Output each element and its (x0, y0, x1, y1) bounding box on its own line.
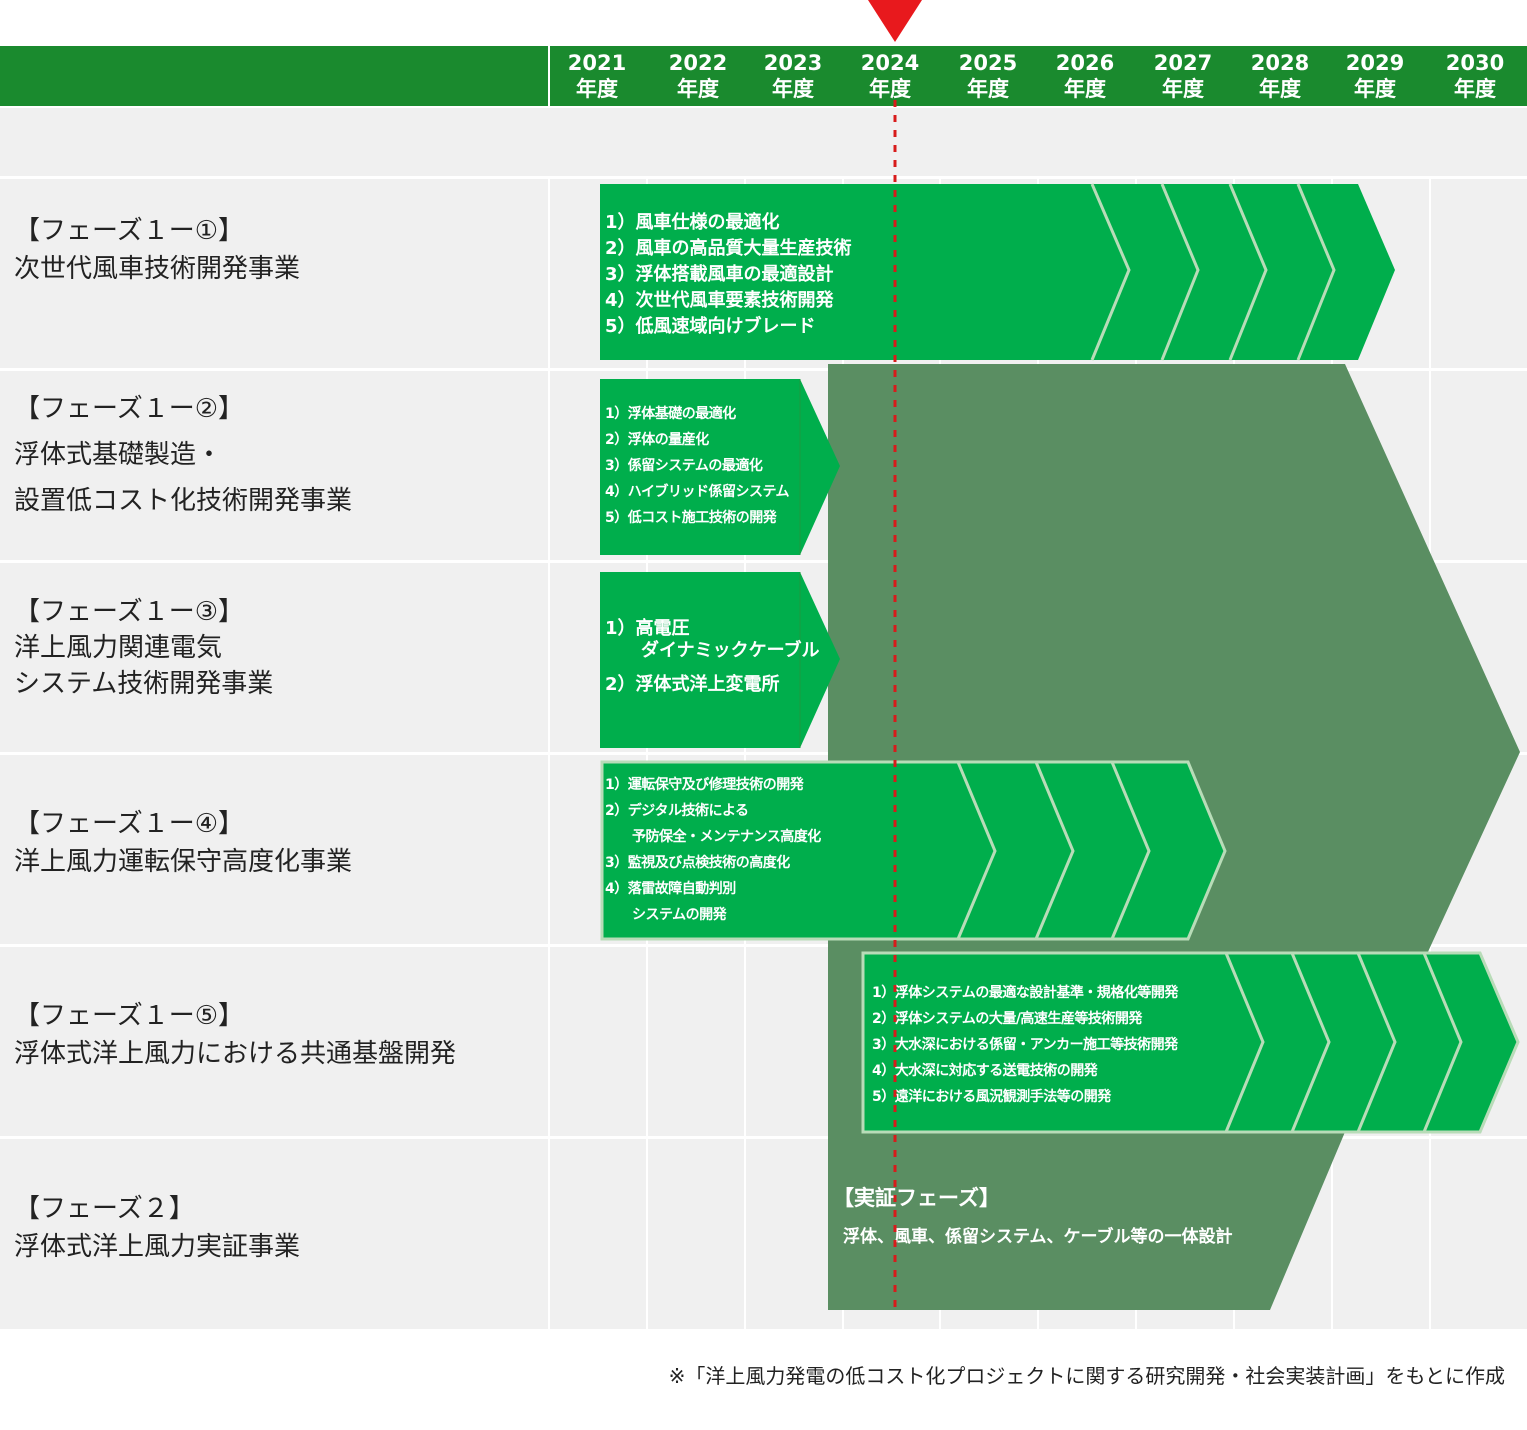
source-footnote: ※「洋上風力発電の低コスト化プロジェクトに関する研究開発・社会実装計画」をもとに… (668, 1364, 1505, 1388)
current-year-line (893, 100, 897, 1312)
roadmap-diagram: 2021 年度 2022 年度 2023 年度 2024 年度 2025 年度 2026 年… (0, 0, 1527, 1430)
